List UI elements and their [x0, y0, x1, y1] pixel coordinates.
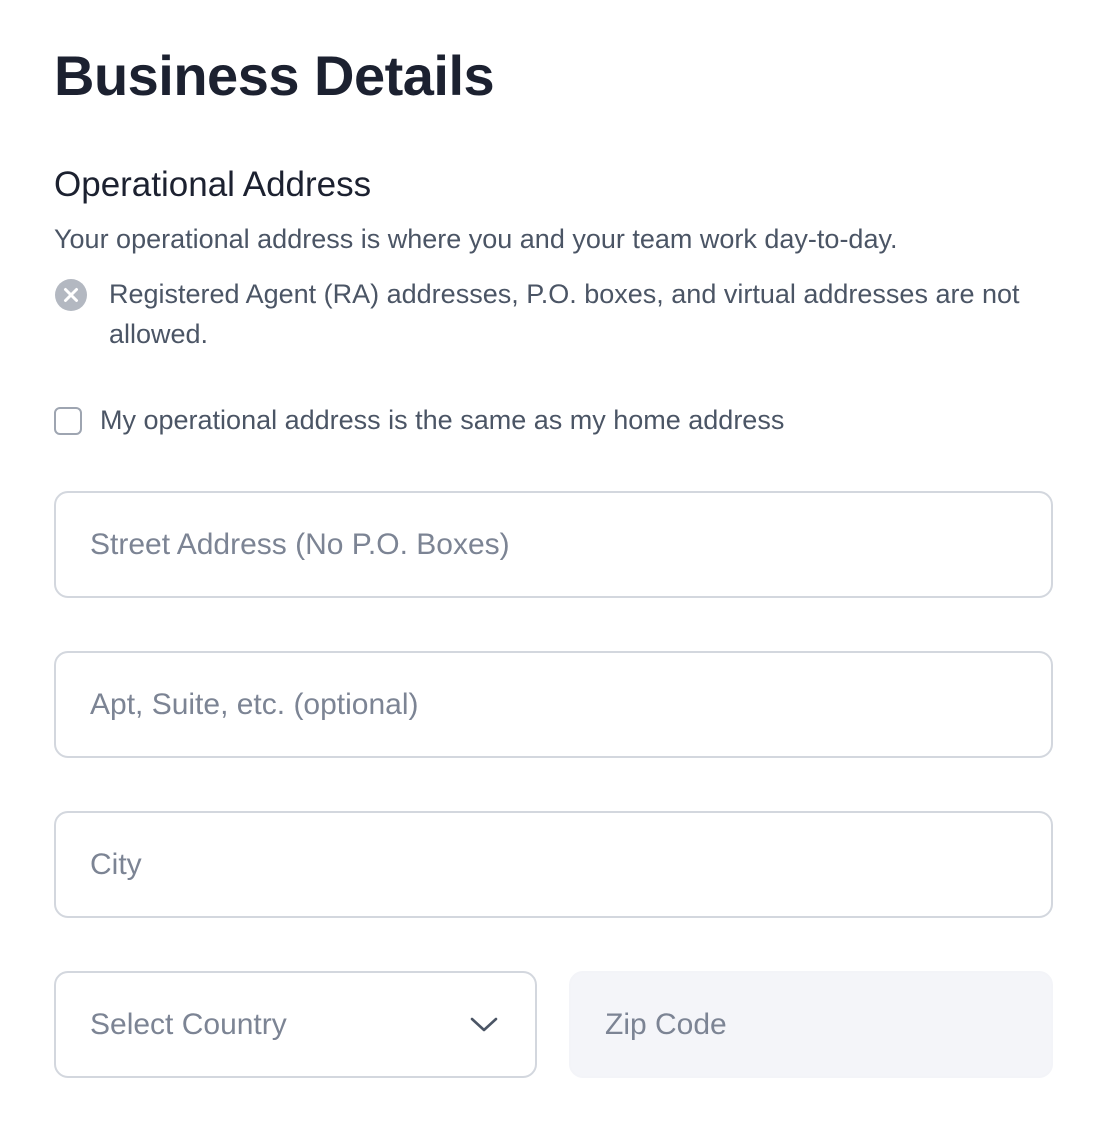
page-title: Business Details — [54, 44, 495, 107]
same-as-home-label[interactable]: My operational address is the same as my… — [100, 405, 784, 436]
zip-code-input[interactable] — [569, 971, 1053, 1078]
x-circle-icon — [54, 278, 88, 312]
country-select-value: Select Country — [90, 1007, 287, 1041]
same-as-home-checkbox[interactable] — [54, 406, 82, 435]
same-as-home-checkbox-row[interactable]: My operational address is the same as my… — [54, 405, 784, 436]
country-select[interactable]: Select Country — [54, 971, 537, 1078]
address-restriction-note: Registered Agent (RA) addresses, P.O. bo… — [54, 278, 1054, 354]
apt-suite-input[interactable] — [54, 651, 1053, 758]
restriction-text: Registered Agent (RA) addresses, P.O. bo… — [109, 279, 1020, 349]
street-address-input[interactable] — [54, 491, 1053, 598]
section-description: Your operational address is where you an… — [54, 224, 898, 254]
section-title: Operational Address — [54, 165, 372, 204]
chevron-down-icon — [469, 1016, 499, 1034]
business-details-page: Business Details Operational Address You… — [0, 0, 1118, 1136]
city-input[interactable] — [54, 811, 1053, 918]
